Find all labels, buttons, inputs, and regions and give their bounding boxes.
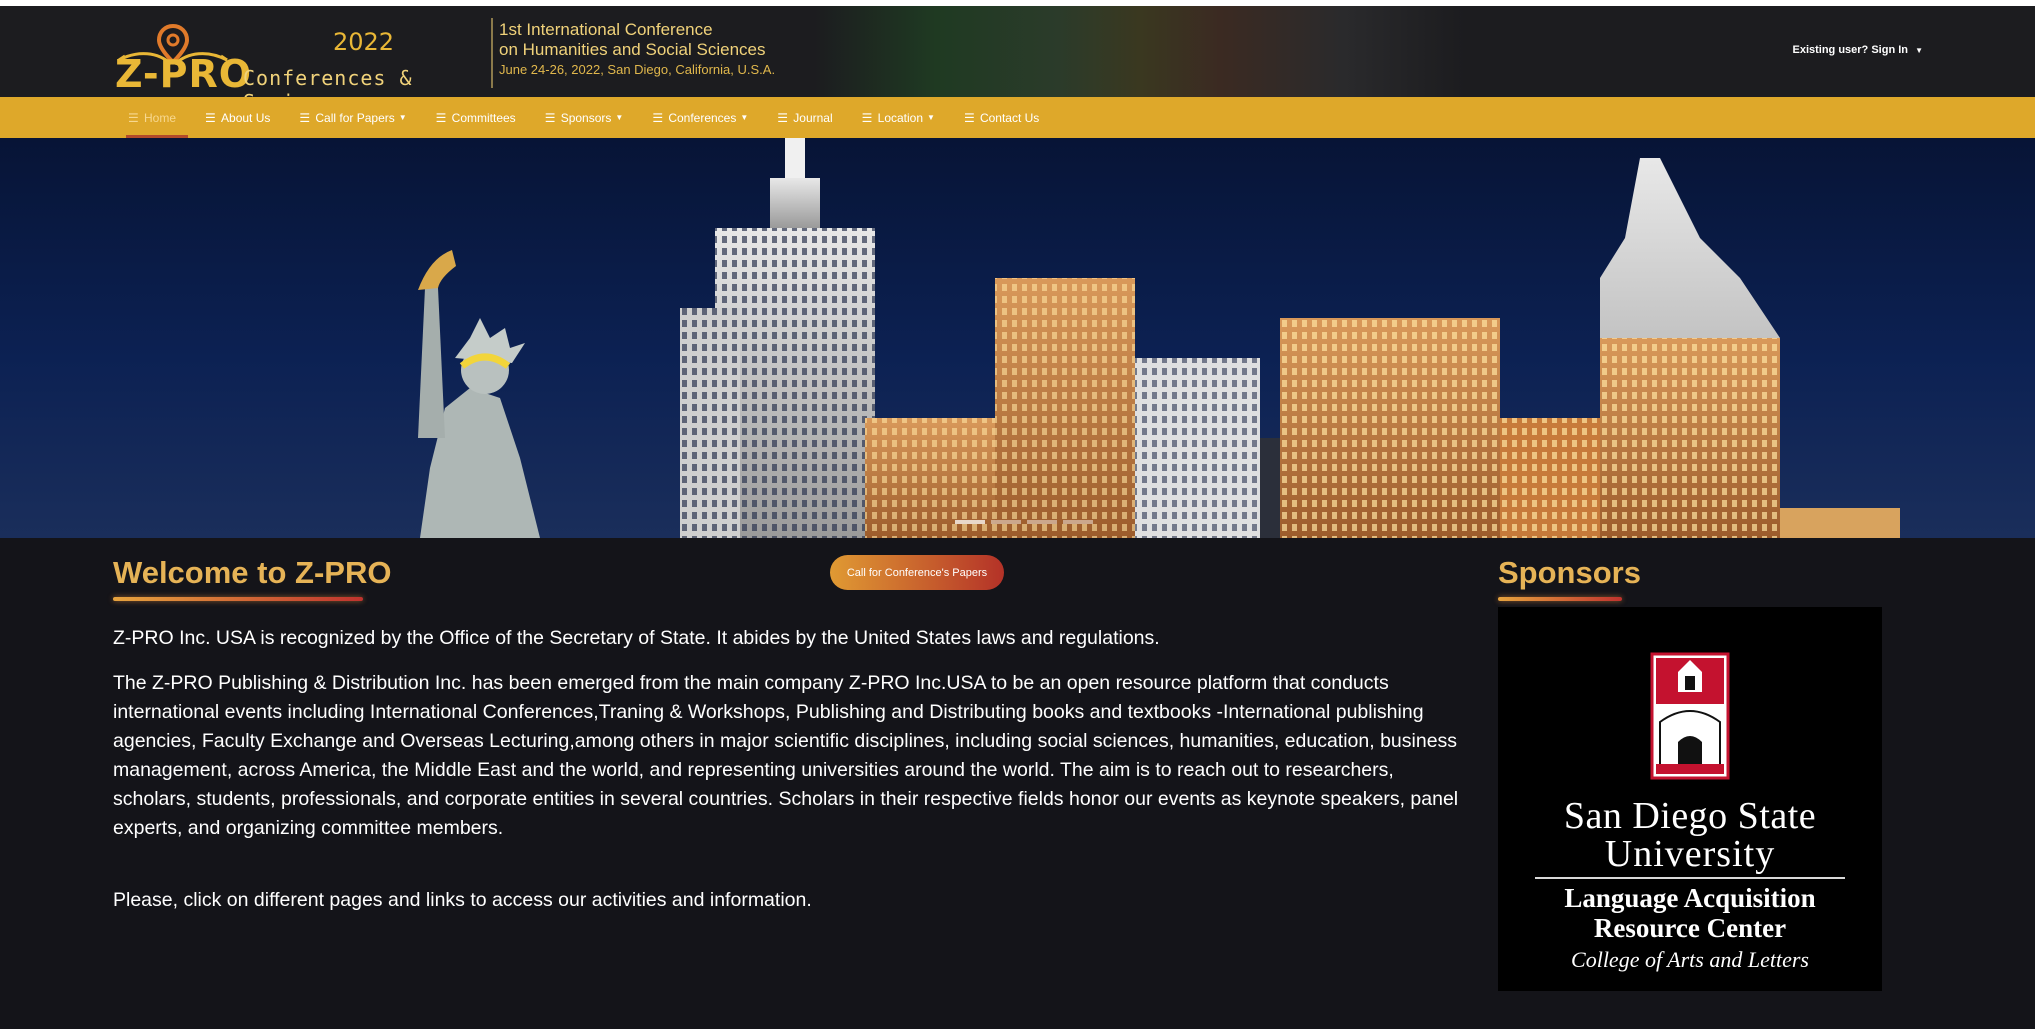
welcome-title-underline xyxy=(113,597,363,601)
signin-dropdown[interactable]: Existing user? Sign In ▼ xyxy=(1792,44,1923,56)
conference-title-line2: on Humanities and Social Sciences xyxy=(499,40,766,59)
caret-down-icon: ▼ xyxy=(1915,46,1923,55)
nav-item-label: Call for Papers xyxy=(315,110,395,125)
nav-item-label: Sponsors xyxy=(560,110,612,125)
carousel-dots xyxy=(952,520,1096,524)
nav-item-label: About Us xyxy=(221,110,271,125)
conference-title-line1: 1st International Conference xyxy=(499,20,713,39)
welcome-title: Welcome to Z-PRO xyxy=(113,555,392,590)
nav-item-label: Committees xyxy=(451,110,516,125)
nav-item-call-for-papers[interactable]: ☰ Call for Papers ▼ xyxy=(299,97,406,138)
sponsors-title: Sponsors xyxy=(1498,555,1641,590)
conference-title: 1st International Conference on Humaniti… xyxy=(499,20,765,60)
bars-icon: ☰ xyxy=(205,110,216,125)
nav-item-journal[interactable]: ☰ Journal xyxy=(777,97,832,138)
sponsor-logo-sdsu[interactable]: San Diego State University Language Acqu… xyxy=(1498,607,1882,991)
bars-icon: ☰ xyxy=(777,110,789,125)
nav-item-label: Home xyxy=(144,110,177,125)
bars-icon: ☰ xyxy=(652,110,664,125)
nav-item-home[interactable]: ☰ Home xyxy=(125,97,189,138)
hero-image xyxy=(418,138,1900,538)
carousel-dot[interactable] xyxy=(1063,520,1093,524)
instructions-paragraph: Please, click on different pages and lin… xyxy=(113,889,812,911)
nav-item-location[interactable]: ☰ Location ▼ xyxy=(862,97,935,138)
sdsu-shield-icon xyxy=(1650,652,1730,780)
caret-down-icon: ▼ xyxy=(615,113,624,122)
nav-item-sponsors[interactable]: ☰ Sponsors ▼ xyxy=(545,97,624,138)
site-header: Z-PRO 2022 Conferences & Seminars 1st In… xyxy=(0,6,2035,114)
bars-icon: ☰ xyxy=(435,110,447,125)
call-for-papers-button[interactable]: Call for Conference's Papers xyxy=(830,555,1004,590)
carousel-dot[interactable] xyxy=(1027,520,1057,524)
nav-item-committees[interactable]: ☰ Committees xyxy=(436,97,516,138)
carousel-dot[interactable] xyxy=(955,520,985,524)
nav-item-about-us[interactable]: ☰ About Us xyxy=(205,97,270,138)
hero-carousel xyxy=(0,138,2035,538)
sponsor-divider xyxy=(1535,877,1845,879)
sponsor-college: College of Arts and Letters xyxy=(1571,947,1809,972)
nav-item-conferences[interactable]: ☰ Conferences ▼ xyxy=(652,97,748,138)
bars-icon: ☰ xyxy=(861,110,873,125)
caret-down-icon: ▼ xyxy=(927,113,935,122)
nav-list: ☰ Home ☰ About Us ☰ Call for Papers ▼ ☰ Committe… xyxy=(125,97,1068,138)
caret-down-icon: ▼ xyxy=(398,113,407,122)
logo-year: 2022 xyxy=(333,28,395,56)
site-logo[interactable]: Z-PRO 2022 Conferences & Seminars xyxy=(113,10,473,114)
bars-icon: ☰ xyxy=(963,110,975,125)
sponsor-name-line2: University xyxy=(1604,833,1776,875)
bars-icon: ☰ xyxy=(544,110,556,125)
header-divider xyxy=(491,18,493,88)
bars-icon: ☰ xyxy=(128,110,139,125)
logo-text: Z-PRO xyxy=(115,52,253,96)
signin-label: Existing user? Sign In xyxy=(1792,44,1909,56)
sponsor-center-line2: Resource Center xyxy=(1593,913,1787,943)
conference-date: June 24-26, 2022, San Diego, California,… xyxy=(499,62,776,77)
bars-icon: ☰ xyxy=(299,110,311,125)
nav-item-label: Contact Us xyxy=(979,110,1040,125)
about-paragraph: The Z-PRO Publishing & Distribution Inc.… xyxy=(113,672,1459,839)
nav-item-label: Location xyxy=(877,110,924,125)
nav-item-label: Journal xyxy=(793,110,833,125)
intro-paragraph: Z-PRO Inc. USA is recognized by the Offi… xyxy=(113,627,1160,649)
sponsor-center-line1: Language Acquisition xyxy=(1564,883,1816,913)
caret-down-icon: ▼ xyxy=(740,113,749,122)
carousel-dot[interactable] xyxy=(991,520,1021,524)
nav-item-contact-us[interactable]: ☰ Contact Us xyxy=(964,97,1039,138)
main-nav: ☰ Home ☰ About Us ☰ Call for Papers ▼ ☰ Committe… xyxy=(0,97,2035,138)
sponsors-title-underline xyxy=(1498,597,1622,601)
nav-item-label: Conferences xyxy=(668,110,737,125)
